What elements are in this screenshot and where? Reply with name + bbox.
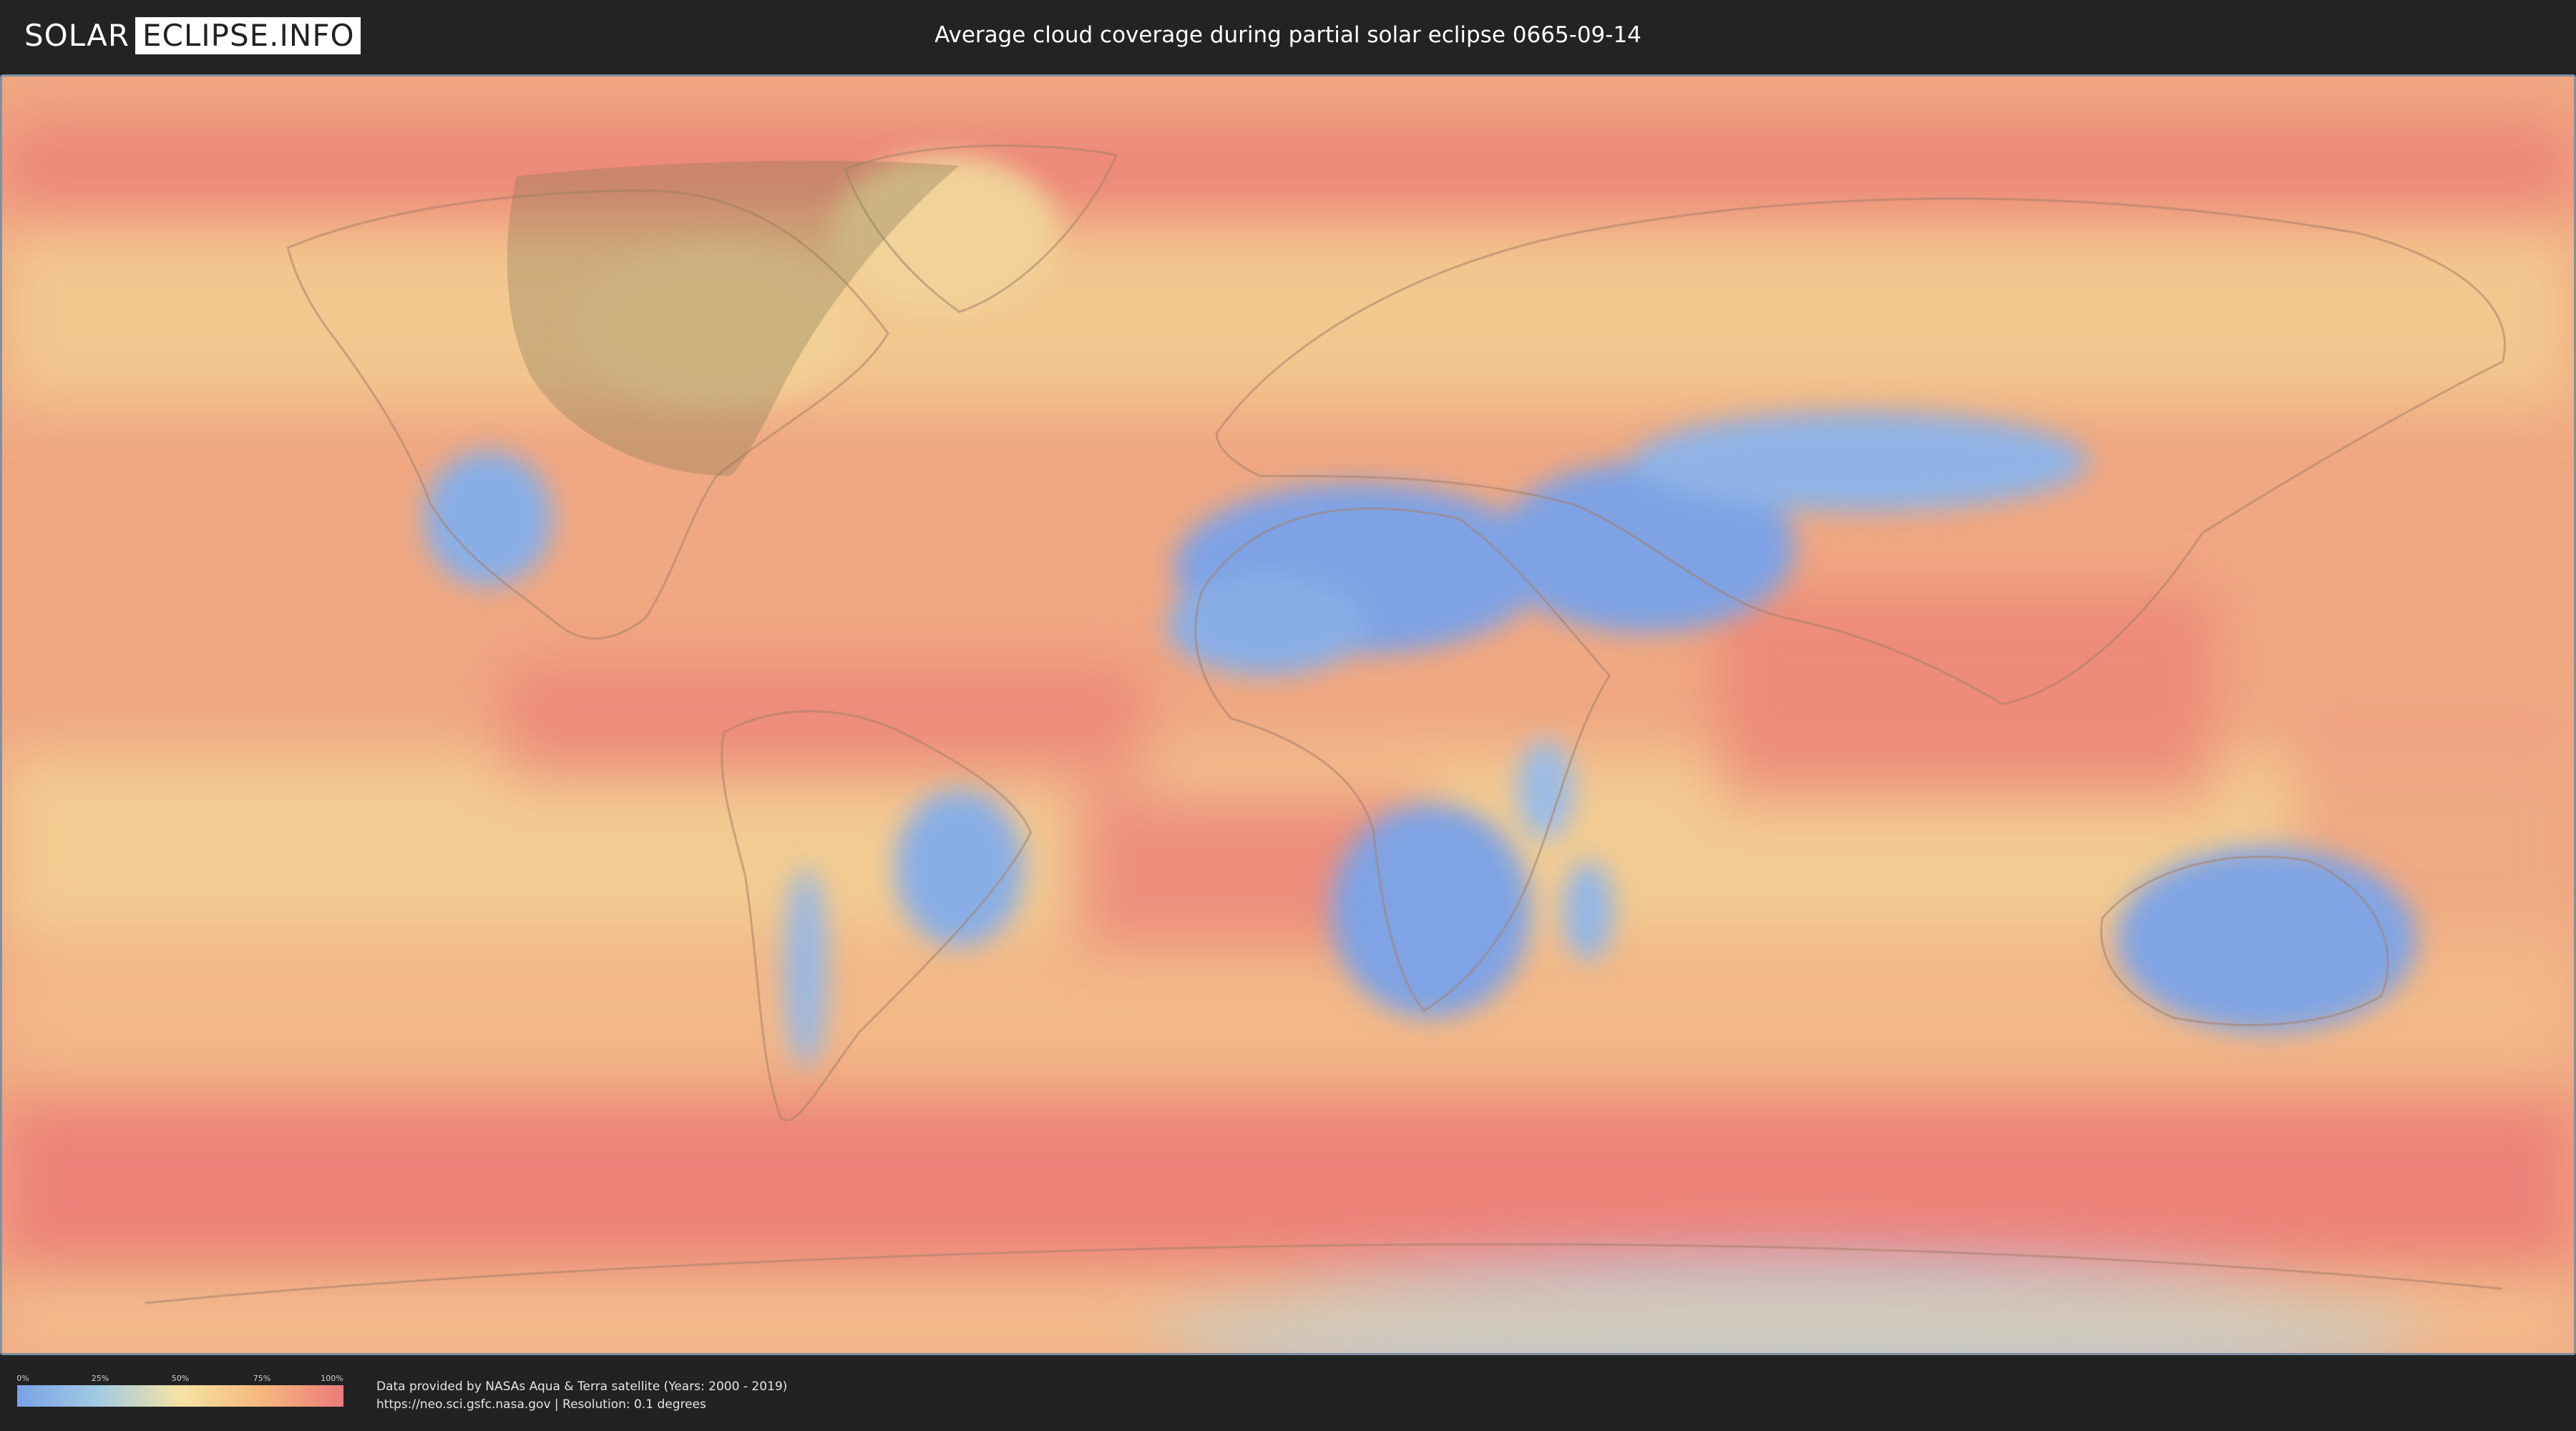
legend-tick: 0%	[16, 1374, 29, 1383]
legend-tick: 100%	[321, 1374, 343, 1383]
map-canvas	[2, 77, 2574, 1353]
cloud-coverage-legend: 0% 25% 50% 75% 100%	[16, 1374, 343, 1407]
page-title: Average cloud coverage during partial so…	[935, 22, 1641, 48]
legend-tick: 75%	[253, 1374, 271, 1383]
legend-tick: 50%	[171, 1374, 190, 1383]
data-credits: Data provided by NASAs Aqua & Terra sate…	[376, 1378, 787, 1414]
legend-tick: 25%	[91, 1374, 109, 1383]
legend-color-scale	[17, 1385, 343, 1407]
cloud-coverage-map[interactable]	[0, 74, 2576, 1355]
header-bar: SOLAR ECLIPSE.INFO Average cloud coverag…	[0, 0, 2576, 72]
credits-line-source: Data provided by NASAs Aqua & Terra sate…	[376, 1379, 788, 1394]
legend-ticks: 0% 25% 50% 75% 100%	[16, 1374, 343, 1385]
credits-line-url[interactable]: https://neo.sci.gsfc.nasa.gov | Resoluti…	[376, 1396, 787, 1414]
